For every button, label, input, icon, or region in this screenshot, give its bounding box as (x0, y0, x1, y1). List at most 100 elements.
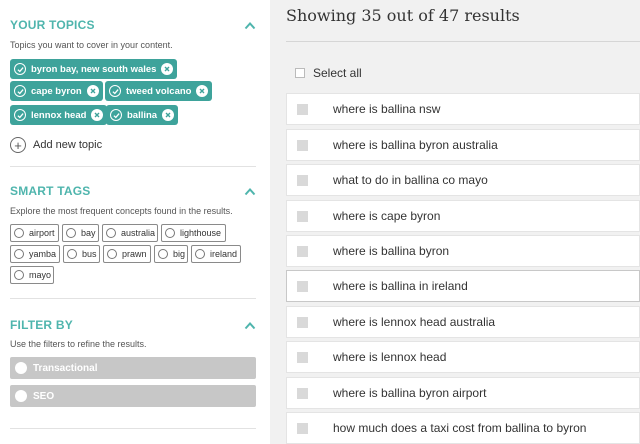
result-row[interactable]: where is ballina byron airport (286, 377, 640, 409)
row-checkbox[interactable] (297, 387, 308, 399)
topic-chip[interactable]: cape byron (10, 81, 103, 101)
radio-icon (66, 228, 76, 238)
select-all-label: Select all (313, 66, 362, 80)
smart-tag[interactable]: australia (102, 224, 158, 242)
divider (10, 166, 256, 167)
result-row[interactable]: where is ballina byron australia (286, 129, 640, 161)
filter-toggle-transactional[interactable]: Transactional (10, 357, 256, 379)
smart-tag[interactable]: big (154, 245, 188, 263)
smart-tag-label: bay (81, 228, 96, 238)
check-icon (109, 85, 121, 97)
smart-tag[interactable]: airport (10, 224, 59, 242)
radio-icon (14, 270, 24, 280)
topics-section: YOUR TOPICS Topics you want to cover in … (10, 18, 256, 58)
radio-icon (195, 249, 205, 259)
smart-tags-description: Explore the most frequent concepts found… (10, 206, 233, 216)
smart-tag[interactable]: mayo (10, 266, 54, 284)
smart-tags-section: SMART TAGS Explore the most frequent con… (10, 184, 256, 224)
row-checkbox[interactable] (297, 245, 308, 257)
result-row[interactable]: how much does a taxi cost from ballina t… (286, 412, 640, 444)
result-row[interactable]: where is lennox head (286, 341, 640, 373)
results-heading: Showing 35 out of 47 results (286, 6, 520, 25)
result-text: where is ballina byron airport (333, 386, 487, 400)
topic-chip-label: cape byron (31, 85, 82, 97)
filter-label: SEO (33, 390, 55, 402)
topics-title: YOUR TOPICS (10, 18, 95, 32)
filter-section: FILTER BY Use the filters to refine the … (10, 318, 256, 354)
topic-chip-label: tweed volcano (126, 85, 192, 97)
chevron-up-icon[interactable] (244, 186, 256, 198)
result-text: where is cape byron (333, 209, 441, 223)
topic-chip[interactable]: ballina (106, 105, 179, 125)
row-checkbox[interactable] (297, 280, 308, 292)
row-checkbox[interactable] (297, 351, 308, 363)
sidebar: YOUR TOPICS Topics you want to cover in … (0, 0, 270, 444)
result-row[interactable]: where is lennox head australia (286, 306, 640, 338)
smart-tag-label: airport (29, 228, 55, 238)
remove-topic-icon[interactable] (162, 109, 175, 121)
result-row[interactable]: what to do in ballina co mayo (286, 164, 640, 196)
plus-icon: + (10, 137, 26, 153)
smart-tag-label: yamba (29, 249, 57, 259)
filter-title: FILTER BY (10, 318, 73, 332)
topic-chip[interactable]: lennox head (10, 105, 108, 125)
radio-icon (67, 249, 77, 259)
topic-chip[interactable]: byron bay, new south wales (10, 59, 178, 79)
remove-topic-icon[interactable] (161, 63, 174, 75)
check-icon (14, 85, 26, 97)
check-icon (110, 109, 122, 121)
divider (10, 298, 256, 299)
smart-tag[interactable]: ireland (191, 245, 241, 263)
toggle-knob-icon (15, 362, 27, 374)
smart-tag[interactable]: prawn (103, 245, 151, 263)
row-checkbox[interactable] (297, 422, 308, 434)
radio-icon (14, 228, 24, 238)
row-checkbox[interactable] (297, 316, 308, 328)
chevron-up-icon[interactable] (244, 20, 256, 32)
result-row[interactable]: where is cape byron (286, 200, 640, 232)
smart-tag[interactable]: bay (62, 224, 99, 242)
result-text: where is lennox head (333, 350, 447, 364)
topics-description: Topics you want to cover in your content… (10, 40, 173, 50)
chevron-up-icon[interactable] (244, 320, 256, 332)
result-row[interactable]: where is ballina in ireland (286, 270, 640, 302)
smart-tag[interactable]: lighthouse (161, 224, 226, 242)
smart-tag[interactable]: yamba (10, 245, 60, 263)
results-panel: Showing 35 out of 47 results Select all … (270, 0, 640, 444)
result-text: where is ballina byron australia (333, 138, 498, 152)
row-checkbox[interactable] (297, 210, 308, 222)
check-icon (14, 63, 26, 75)
remove-topic-icon[interactable] (91, 109, 104, 121)
filter-label: Transactional (33, 362, 98, 374)
smart-tag-label: big (173, 249, 186, 259)
row-checkbox[interactable] (297, 174, 308, 186)
divider (10, 428, 256, 429)
radio-icon (14, 249, 24, 259)
radio-icon (165, 228, 175, 238)
remove-topic-icon[interactable] (86, 85, 99, 97)
toggle-knob-icon (15, 390, 27, 402)
select-all-checkbox[interactable]: Select all (295, 66, 362, 80)
topic-chip-label: lennox head (31, 109, 87, 121)
row-checkbox[interactable] (297, 139, 308, 151)
result-row[interactable]: where is ballina byron (286, 235, 640, 267)
result-text: where is ballina nsw (333, 102, 441, 116)
result-text: what to do in ballina co mayo (333, 173, 488, 187)
add-topic-button[interactable]: + Add new topic (10, 137, 102, 153)
topic-chip[interactable]: tweed volcano (105, 81, 213, 101)
smart-tag[interactable]: bus (63, 245, 100, 263)
radio-icon (158, 249, 168, 259)
filter-toggle-seo[interactable]: SEO (10, 385, 256, 407)
result-row[interactable]: where is ballina nsw (286, 93, 640, 125)
topic-chip-label: byron bay, new south wales (31, 63, 157, 75)
row-checkbox[interactable] (297, 103, 308, 115)
result-text: where is ballina byron (333, 244, 450, 258)
smart-tag-label: prawn (122, 249, 147, 259)
smart-tag-label: mayo (29, 270, 52, 280)
remove-topic-icon[interactable] (196, 85, 209, 97)
radio-icon (107, 249, 117, 259)
radio-icon (106, 228, 116, 238)
topic-chip-label: ballina (127, 109, 158, 121)
smart-tag-label: lighthouse (180, 228, 222, 238)
result-text: how much does a taxi cost from ballina t… (333, 421, 587, 435)
